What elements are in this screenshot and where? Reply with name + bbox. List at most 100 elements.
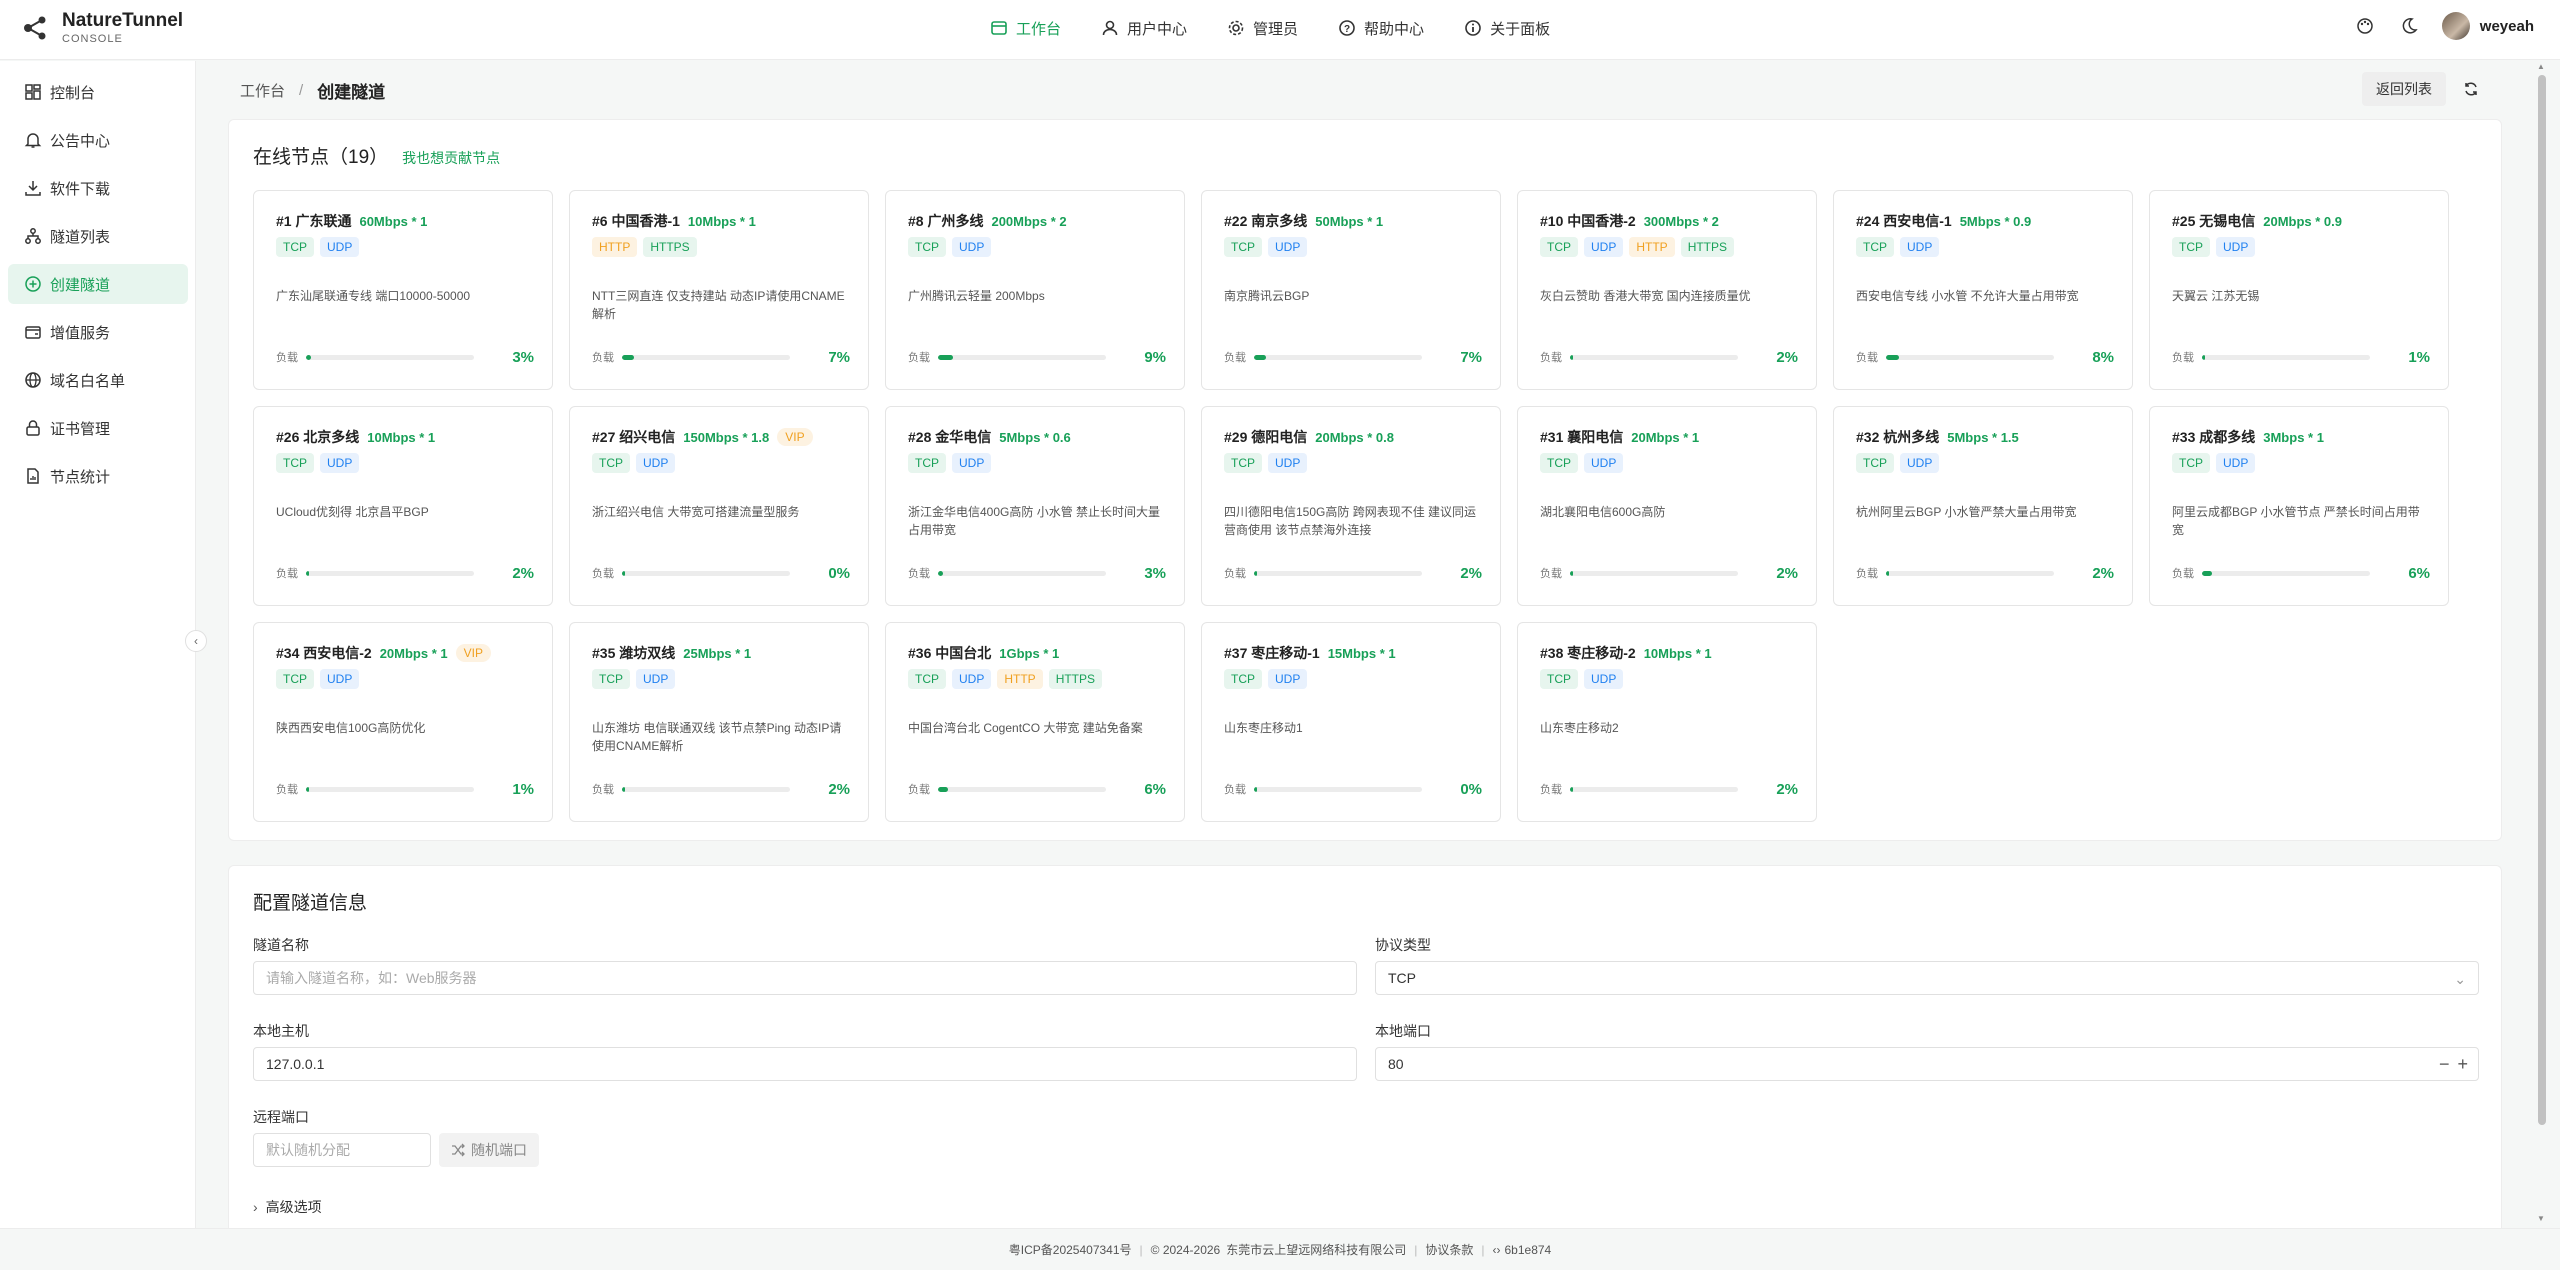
load-percent: 2% bbox=[1776, 348, 1798, 366]
load-percent: 2% bbox=[512, 564, 534, 582]
globe-icon bbox=[25, 372, 41, 388]
moon-icon[interactable] bbox=[2398, 15, 2420, 37]
sidebar-item-value-added[interactable]: 增值服务 bbox=[8, 312, 188, 352]
node-card[interactable]: #29 德阳电信 20Mbps * 0.8 TCP UDP 四川德阳电信150G高防 跨… bbox=[1201, 406, 1501, 606]
protocol-tag: HTTPS bbox=[643, 237, 697, 257]
node-description: 山东枣庄移动2 bbox=[1540, 721, 1619, 735]
file-chart-icon bbox=[27, 468, 39, 484]
node-card[interactable]: #25 无锡电信 20Mbps * 0.9 TCP UDP 天翼云 江苏无锡 负载 1% bbox=[2149, 190, 2449, 390]
node-card[interactable]: #31 襄阳电信 20Mbps * 1 TCP UDP 湖北襄阳电信600G高防 负载 2% bbox=[1517, 406, 1817, 606]
breadcrumb-home[interactable]: 工作台 bbox=[240, 80, 285, 101]
node-card[interactable]: #32 杭州多线 5Mbps * 1.5 TCP UDP 杭州阿里云BGP 小水管严禁大… bbox=[1833, 406, 2133, 606]
node-card[interactable]: #10 中国香港-2 300Mbps * 2 TCP UDP HTTP HTTPS 灰白云赞… bbox=[1517, 190, 1817, 390]
node-header: #24 西安电信-1 5Mbps * 0.9 bbox=[1856, 211, 2031, 231]
username[interactable]: weyeah bbox=[2480, 18, 2534, 35]
scroll-up-arrow-icon[interactable]: ▲ bbox=[2537, 62, 2545, 71]
sidebar-item-label: 控制台 bbox=[50, 84, 96, 102]
copyright: © 2024-2026 bbox=[1150, 1242, 1221, 1257]
topnav-workbench[interactable]: 工作台 bbox=[990, 18, 1061, 39]
topnav-about[interactable]: 关于面板 bbox=[1464, 18, 1550, 39]
node-card[interactable]: #37 枣庄移动-1 15Mbps * 1 TCP UDP 山东枣庄移动1 负载 0% bbox=[1201, 622, 1501, 822]
load-progress-fill bbox=[306, 354, 312, 360]
local-host-field[interactable]: 127.0.0.1 bbox=[253, 1047, 1357, 1081]
topnav-label: 帮助中心 bbox=[1364, 20, 1425, 38]
icp-link[interactable]: 粤ICP备2025407341号 bbox=[1009, 1241, 1132, 1258]
sidebar-item-tunnel-list[interactable]: 隧道列表 bbox=[8, 216, 188, 256]
minus-icon[interactable]: − bbox=[2439, 1054, 2450, 1075]
node-description: UCloud优刻得 北京昌平BGP bbox=[276, 505, 429, 519]
node-load: 负载 2% bbox=[1540, 779, 1798, 799]
node-card[interactable]: #35 潍坊双线 25Mbps * 1 TCP UDP 山东潍坊 电信联通双线 该节点禁… bbox=[569, 622, 869, 822]
node-card[interactable]: #26 北京多线 10Mbps * 1 TCP UDP UCloud优刻得 北京昌平BG… bbox=[253, 406, 553, 606]
node-card[interactable]: #1 广东联通 60Mbps * 1 TCP UDP 广东汕尾联通专线 端口10000-… bbox=[253, 190, 553, 390]
scroll-down-arrow-icon[interactable]: ▼ bbox=[2537, 1214, 2545, 1223]
node-card[interactable]: #6 中国香港-1 10Mbps * 1 HTTP HTTPS NTT三网直连 仅支持建… bbox=[569, 190, 869, 390]
company-link[interactable]: 东莞市云上望远网络科技有限公司 bbox=[1226, 1241, 1406, 1258]
protocol-tag: UDP bbox=[1584, 453, 1624, 473]
sidebar-item-domain-whitelist[interactable]: 域名白名单 bbox=[8, 360, 188, 400]
node-bandwidth: 20Mbps * 1 bbox=[1631, 429, 1700, 445]
load-percent: 2% bbox=[2092, 564, 2114, 582]
protocol-tag: UDP bbox=[1268, 237, 1308, 257]
protocol-tag: UDP bbox=[1584, 669, 1624, 689]
node-name: #34 西安电信-2 bbox=[276, 645, 372, 661]
contribute-node-link[interactable]: 我也想贡献节点 bbox=[402, 148, 500, 168]
local-port-stepper[interactable]: 80 − + bbox=[1375, 1047, 2479, 1081]
load-progress-fill bbox=[306, 786, 309, 792]
protocol-select[interactable]: TCP ⌄ bbox=[1375, 961, 2479, 995]
load-progress-fill bbox=[938, 570, 944, 576]
node-card[interactable]: #22 南京多线 50Mbps * 1 TCP UDP 南京腾讯云BGP 负载 7% bbox=[1201, 190, 1501, 390]
load-progress-bar bbox=[622, 354, 790, 360]
load-progress-fill bbox=[1886, 354, 1900, 360]
node-load: 负载 3% bbox=[908, 563, 1166, 583]
node-bandwidth: 20Mbps * 0.9 bbox=[2263, 213, 2343, 229]
brand[interactable]: NatureTunnel CONSOLE bbox=[22, 10, 183, 46]
protocol-tag: UDP bbox=[320, 453, 360, 473]
topnav-label: 管理员 bbox=[1253, 20, 1299, 38]
topnav-admin[interactable]: 管理员 bbox=[1227, 18, 1298, 39]
remote-port-input[interactable] bbox=[266, 1142, 430, 1158]
local-host-value: 127.0.0.1 bbox=[266, 1056, 325, 1072]
node-name: #6 中国香港-1 bbox=[592, 213, 680, 229]
tunnel-name-field[interactable] bbox=[253, 961, 1357, 995]
node-card[interactable]: #27 绍兴电信 150Mbps * 1.8 VIP TCP UDP 浙江绍兴电信 大带宽… bbox=[569, 406, 869, 606]
topnav-user-center[interactable]: 用户中心 bbox=[1101, 18, 1187, 39]
shuffle-icon bbox=[452, 1143, 465, 1157]
protocol-tags: TCP UDP bbox=[1224, 669, 1313, 689]
sidebar-item-console[interactable]: 控制台 bbox=[8, 72, 188, 112]
load-progress-bar bbox=[306, 570, 474, 576]
advanced-options-toggle[interactable]: › 高级选项 bbox=[253, 1197, 322, 1217]
topnav-help[interactable]: ? 帮助中心 bbox=[1338, 18, 1424, 39]
node-header: #36 中国台北 1Gbps * 1 bbox=[908, 643, 1059, 663]
avatar[interactable] bbox=[2441, 12, 2470, 40]
node-card[interactable]: #34 西安电信-2 20Mbps * 1 VIP TCP UDP 陕西西安电信100G高… bbox=[253, 622, 553, 822]
node-card[interactable]: #38 枣庄移动-2 10Mbps * 1 TCP UDP 山东枣庄移动2 负载 2% bbox=[1517, 622, 1817, 822]
sidebar-item-create-tunnel[interactable]: 创建隧道 bbox=[8, 264, 188, 304]
node-card[interactable]: #28 金华电信 5Mbps * 0.6 TCP UDP 浙江金华电信400G高防 小水… bbox=[885, 406, 1185, 606]
node-bandwidth: 5Mbps * 0.6 bbox=[999, 429, 1071, 445]
terms-link[interactable]: 协议条款 bbox=[1425, 1241, 1473, 1258]
plus-icon[interactable]: + bbox=[2457, 1054, 2468, 1075]
sidebar-item-node-stats[interactable]: 节点统计 bbox=[8, 456, 188, 496]
version-hash: 6b1e874 bbox=[1504, 1242, 1552, 1257]
load-percent: 8% bbox=[2092, 348, 2114, 366]
node-card[interactable]: #36 中国台北 1Gbps * 1 TCP UDP HTTP HTTPS 中国台湾台北 C… bbox=[885, 622, 1185, 822]
node-card[interactable]: #8 广州多线 200Mbps * 2 TCP UDP 广州腾讯云轻量 200Mbps 负… bbox=[885, 190, 1185, 390]
sidebar-item-downloads[interactable]: 软件下载 bbox=[8, 168, 188, 208]
remote-port-field[interactable] bbox=[253, 1133, 431, 1167]
node-card[interactable]: #24 西安电信-1 5Mbps * 0.9 TCP UDP 西安电信专线 小水管 不允… bbox=[1833, 190, 2133, 390]
sidebar-item-certificates[interactable]: 证书管理 bbox=[8, 408, 188, 448]
node-bandwidth: 200Mbps * 2 bbox=[991, 213, 1067, 229]
node-name: #33 成都多线 bbox=[2172, 429, 2256, 445]
scrollbar-thumb[interactable] bbox=[2538, 75, 2546, 1125]
sidebar-item-announcements[interactable]: 公告中心 bbox=[8, 120, 188, 160]
tunnel-name-input[interactable] bbox=[266, 970, 1356, 986]
node-header: #1 广东联通 60Mbps * 1 bbox=[276, 211, 427, 231]
palette-icon[interactable] bbox=[2354, 15, 2376, 37]
node-description: NTT三网直连 仅支持建站 动态IP请使用CNAME解析 bbox=[592, 289, 845, 321]
node-card[interactable]: #33 成都多线 3Mbps * 1 TCP UDP 阿里云成都BGP 小水管节点 严禁… bbox=[2149, 406, 2449, 606]
refresh-icon[interactable] bbox=[2460, 78, 2482, 100]
back-to-list-button[interactable]: 返回列表 bbox=[2362, 72, 2446, 106]
sidebar-collapse-button[interactable]: ‹ bbox=[185, 630, 207, 652]
random-port-button[interactable]: 随机端口 bbox=[439, 1133, 539, 1167]
